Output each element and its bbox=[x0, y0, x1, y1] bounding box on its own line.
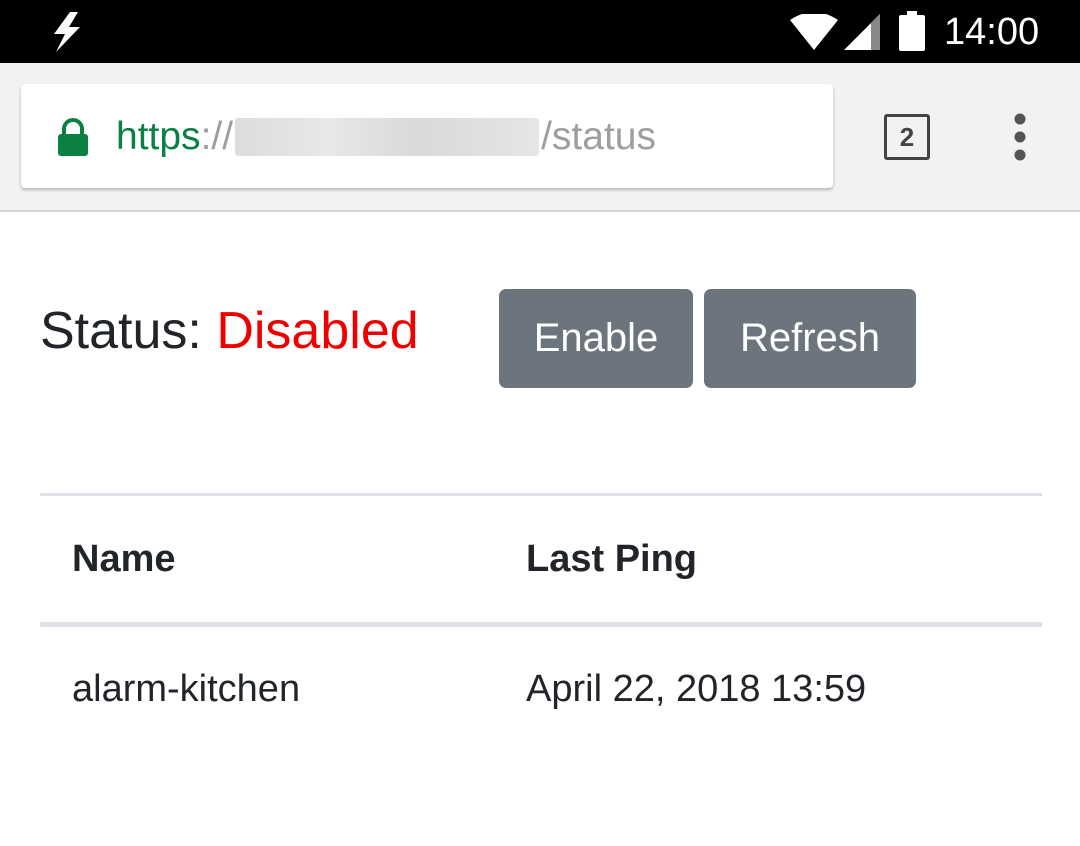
device-name-cell: alarm-kitchen bbox=[72, 668, 301, 711]
status-value: Disabled bbox=[216, 302, 419, 360]
enable-button[interactable]: Enable bbox=[499, 289, 693, 388]
status-label: Status: bbox=[40, 302, 202, 360]
table-row: alarm-kitchen April 22, 2018 13:59 bbox=[40, 625, 1042, 753]
table-header-row: Name Last Ping bbox=[40, 493, 1042, 627]
wifi-icon bbox=[790, 14, 838, 50]
refresh-button[interactable]: Refresh bbox=[704, 289, 916, 388]
url-host-redacted bbox=[235, 118, 540, 156]
bolt-icon bbox=[54, 12, 80, 52]
status-line: Status: Disabled bbox=[40, 296, 419, 366]
url-text: https:// /status bbox=[116, 112, 656, 162]
signal-icon bbox=[844, 14, 880, 50]
tab-switcher-button[interactable]: 2 bbox=[884, 114, 930, 160]
clock: 14:00 bbox=[944, 11, 1040, 53]
browser-toolbar: https:// /status 2 bbox=[0, 63, 1080, 212]
last-ping-cell: April 22, 2018 13:59 bbox=[526, 668, 867, 711]
lock-icon bbox=[58, 118, 88, 156]
more-vert-icon[interactable] bbox=[1000, 113, 1040, 161]
column-header-name: Name bbox=[40, 493, 494, 627]
column-header-last-ping: Last Ping bbox=[494, 493, 1042, 627]
devices-table: Name Last Ping alarm-kitchen April 22, 2… bbox=[40, 493, 1042, 753]
battery-icon bbox=[899, 11, 925, 51]
url-bar[interactable]: https:// /status bbox=[21, 84, 833, 188]
url-scheme: https bbox=[116, 115, 201, 158]
system-status-bar: 14:00 bbox=[0, 0, 1080, 63]
url-path: /status bbox=[541, 115, 656, 158]
url-separator: :// bbox=[200, 115, 234, 158]
